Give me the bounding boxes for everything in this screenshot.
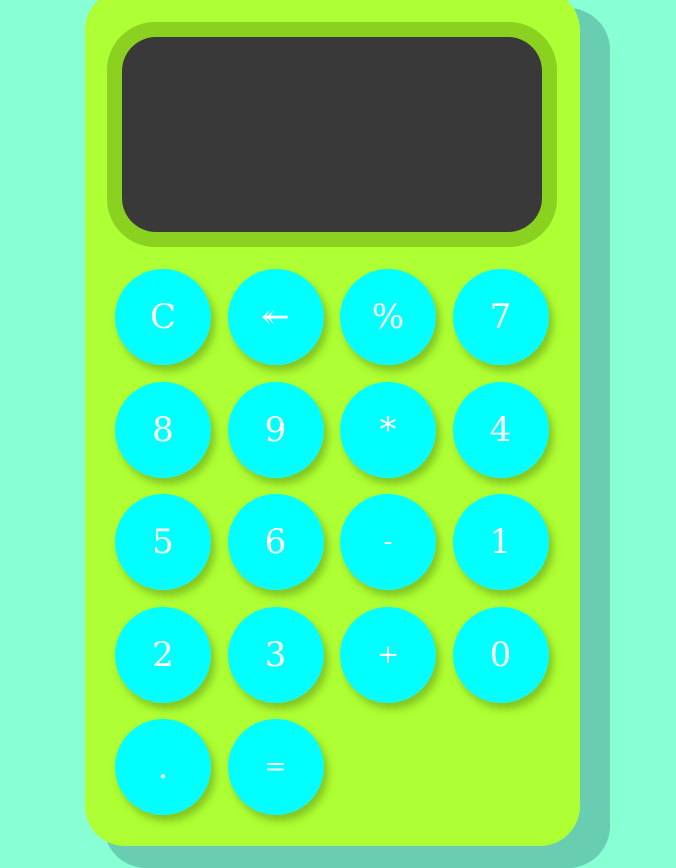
digit-1-button[interactable]: 1 (452, 494, 549, 590)
equals-button[interactable]: = (227, 719, 324, 815)
digit-2-button[interactable]: 2 (115, 606, 211, 703)
digit-5-button[interactable]: 5 (115, 494, 211, 590)
display-screen (122, 37, 542, 232)
digit-4-button[interactable]: 4 (452, 381, 549, 478)
percent-button[interactable]: % (340, 269, 436, 365)
clear-button[interactable]: C (115, 269, 211, 365)
display-frame (107, 22, 557, 247)
digit-7-button[interactable]: 7 (452, 269, 549, 365)
keypad: C ↞ % 7 8 9 * 4 5 6 - 1 2 3 + 0 . = (115, 269, 555, 816)
decimal-point-button[interactable]: . (115, 719, 211, 815)
digit-3-button[interactable]: 3 (227, 606, 324, 703)
multiply-button[interactable]: * (340, 381, 436, 478)
digit-9-button[interactable]: 9 (227, 381, 324, 478)
subtract-button[interactable]: - (340, 494, 436, 590)
add-button[interactable]: + (340, 606, 436, 703)
digit-0-button[interactable]: 0 (452, 606, 549, 703)
digit-8-button[interactable]: 8 (115, 381, 211, 478)
digit-6-button[interactable]: 6 (227, 494, 324, 590)
calculator-body: C ↞ % 7 8 9 * 4 5 6 - 1 2 3 + 0 . = (85, 0, 580, 846)
backspace-button[interactable]: ↞ (227, 269, 324, 365)
